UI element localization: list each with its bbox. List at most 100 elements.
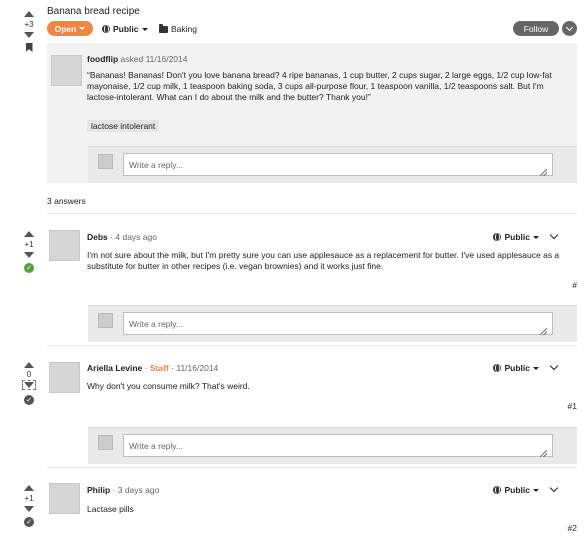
downvote-arrow-icon (24, 382, 34, 388)
question-body: “Bananas! Bananas! Don't you love banana… (87, 70, 552, 102)
status-dropdown[interactable]: Open (47, 21, 93, 36)
chevron-down-icon (565, 23, 574, 31)
question-card: foodflip asked 11/16/2014 “Bananas! Bana… (47, 43, 577, 183)
chevron-down-icon[interactable] (549, 361, 559, 371)
visibility-label: Public (504, 485, 530, 495)
chevron-down-icon[interactable] (549, 483, 559, 493)
reply-box (88, 305, 577, 342)
answer-card: Ariella Levine · Staff · 11/16/2014 Publ… (47, 361, 577, 467)
follow-button[interactable]: Follow (513, 21, 559, 36)
reply-input[interactable] (123, 312, 553, 335)
avatar (98, 154, 113, 169)
question-meta: foodflip asked 11/16/2014 (87, 54, 188, 64)
globe-icon (493, 486, 502, 494)
bookmark-icon[interactable] (25, 43, 33, 52)
avatar[interactable] (49, 230, 80, 261)
visibility-dropdown[interactable]: Public (493, 232, 539, 242)
answer-vote-column: 0 ✓ (22, 362, 36, 405)
question-title: Banana bread recipe (47, 6, 140, 17)
category-link[interactable]: Baking (159, 24, 197, 34)
answer-body: Lactase pills (87, 504, 134, 514)
category-label: Baking (171, 24, 197, 34)
author-name[interactable]: Philip (87, 485, 110, 495)
answer-score: 0 (26, 370, 32, 379)
caret-down-icon (141, 28, 148, 32)
answer-score: +1 (24, 494, 34, 503)
reply-input[interactable] (123, 153, 553, 176)
meta-separator: · (112, 485, 116, 495)
author-name[interactable]: Debs (87, 232, 108, 242)
answers-count: 3 answers (47, 196, 86, 206)
visibility-label: Public (113, 24, 139, 34)
upvote-arrow-icon[interactable] (24, 362, 34, 368)
globe-icon (493, 233, 502, 241)
avatar (98, 313, 113, 328)
asked-date: asked 11/16/2014 (120, 54, 188, 64)
avatar[interactable] (49, 362, 80, 393)
answer-body: Why don't you consume milk? That's weird… (87, 381, 250, 391)
answer-permalink[interactable]: #1 (568, 401, 577, 411)
answer-time: 11/16/2014 (176, 363, 219, 373)
caret-down-icon (533, 236, 539, 240)
question-toolbar: Open Public Baking Follow (47, 20, 577, 38)
downvote-arrow-icon[interactable] (24, 252, 34, 258)
status-label: Open (54, 23, 77, 34)
answer-vote-column: +1 ✓ (22, 231, 36, 273)
upvote-arrow-icon[interactable] (24, 231, 34, 237)
resize-grip-icon[interactable] (540, 328, 547, 335)
meta-separator: · (110, 232, 114, 242)
accepted-check-icon[interactable]: ✓ (24, 263, 34, 273)
answer-vote-column: +1 ✓ (22, 485, 36, 527)
staff-badge: Staff (149, 363, 169, 373)
answer-meta: Debs · 4 days ago (87, 232, 157, 242)
accept-check-icon[interactable]: ✓ (24, 395, 34, 405)
globe-icon (493, 364, 502, 372)
divider (47, 345, 577, 346)
upvote-arrow-icon[interactable] (24, 485, 34, 491)
downvote-button[interactable] (22, 380, 36, 390)
globe-icon (102, 25, 110, 33)
upvote-arrow-icon[interactable] (24, 11, 34, 17)
question-vote-column: +3 (22, 11, 36, 52)
chevron-down-icon[interactable] (549, 230, 559, 240)
answer-score: +1 (24, 240, 34, 249)
divider (47, 213, 577, 214)
answer-meta: Philip · 3 days ago (87, 485, 159, 495)
answer-body: I'm not sure about the milk, but I'm pre… (87, 250, 560, 271)
caret-down-icon (533, 489, 539, 493)
author-name[interactable]: Ariella Levine (87, 363, 142, 373)
visibility-label: Public (504, 363, 530, 373)
divider (47, 467, 577, 468)
visibility-dropdown[interactable]: Public (102, 24, 148, 34)
reply-box (88, 146, 577, 183)
answer-permalink[interactable]: #2 (568, 523, 577, 533)
reply-input[interactable] (123, 434, 553, 457)
reply-box (88, 427, 577, 464)
avatar[interactable] (51, 55, 82, 86)
answer-time: 3 days ago (117, 485, 160, 495)
visibility-label: Public (504, 232, 530, 242)
caret-down-icon (533, 367, 539, 371)
avatar[interactable] (49, 483, 80, 514)
more-options-button[interactable] (562, 21, 577, 36)
accept-check-icon[interactable]: ✓ (24, 517, 34, 527)
answer-meta: Ariella Levine · Staff · 11/16/2014 (87, 363, 218, 373)
visibility-dropdown[interactable]: Public (493, 485, 539, 495)
resize-grip-icon[interactable] (540, 450, 547, 457)
answer-card: Philip · 3 days ago Public Lactase pills… (47, 483, 577, 542)
downvote-arrow-icon[interactable] (24, 506, 34, 512)
resize-grip-icon[interactable] (540, 169, 547, 176)
author-name[interactable]: foodflip (87, 54, 118, 64)
folder-icon (159, 24, 168, 33)
caret-down-icon (79, 27, 86, 30)
answer-permalink[interactable]: # (572, 280, 577, 290)
avatar (98, 435, 113, 450)
answer-time: 4 days ago (115, 232, 157, 242)
answer-card: Debs · 4 days ago Public I'm not sure ab… (47, 230, 577, 345)
meta-separator: · (171, 363, 174, 373)
visibility-dropdown[interactable]: Public (493, 363, 539, 373)
downvote-arrow-icon[interactable] (24, 32, 34, 38)
tag[interactable]: lactose intolerant (87, 120, 160, 132)
meta-separator: · (144, 363, 148, 373)
question-score: +3 (24, 20, 34, 29)
